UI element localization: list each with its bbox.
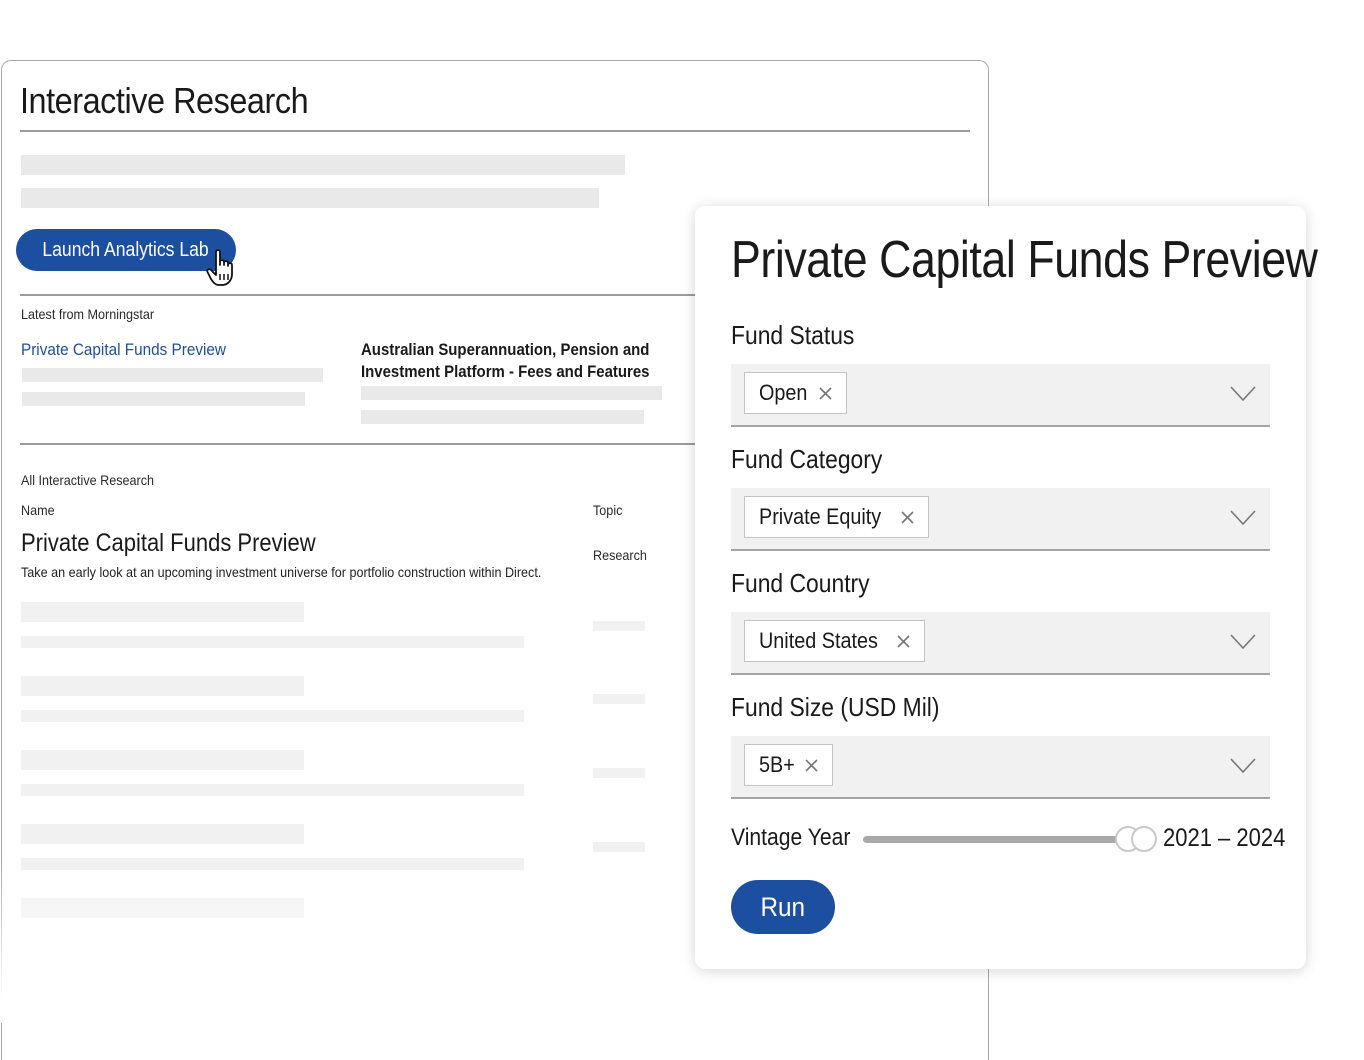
latest-article-australian-super[interactable]: Australian Superannuation, Pension and I… (361, 339, 660, 383)
skeleton-line (22, 392, 305, 406)
page-title: Interactive Research (20, 80, 309, 121)
vintage-year-slider-track[interactable] (863, 836, 1133, 843)
fund-status-select[interactable]: Open (731, 364, 1270, 427)
chip-5b-plus: 5B+ (744, 744, 833, 786)
chip-united-states: United States (744, 620, 926, 662)
skeleton-line (21, 188, 599, 208)
chip-label: 5B+ (759, 752, 795, 777)
panel-title: Private Capital Funds Preview (731, 231, 1318, 289)
latest-link-private-capital[interactable]: Private Capital Funds Preview (21, 340, 226, 360)
skeleton-line (21, 155, 625, 175)
chevron-down-icon[interactable] (1230, 634, 1256, 650)
close-icon[interactable] (819, 386, 832, 400)
research-row-topic: Research (593, 547, 647, 563)
fund-country-label: Fund Country (731, 568, 870, 598)
vintage-year-label: Vintage Year (731, 824, 851, 851)
bottom-fade (0, 860, 700, 1023)
close-icon[interactable] (901, 510, 914, 524)
latest-heading: Latest from Morningstar (21, 306, 155, 322)
fund-status-label: Fund Status (731, 320, 855, 350)
title-divider (20, 130, 970, 132)
close-icon[interactable] (897, 634, 910, 648)
skeleton-row (593, 768, 645, 778)
all-research-heading: All Interactive Research (21, 472, 155, 488)
skeleton-row (21, 602, 304, 622)
column-header-name[interactable]: Name (21, 502, 55, 518)
hand-pointer-icon (206, 249, 233, 286)
chevron-down-icon[interactable] (1230, 510, 1256, 526)
chevron-down-icon[interactable] (1230, 758, 1256, 774)
section-divider (20, 443, 700, 445)
skeleton-row (21, 636, 524, 648)
private-capital-panel: Private Capital Funds Preview Fund Statu… (695, 206, 1318, 969)
chip-label: United States (759, 628, 878, 653)
skeleton-row (21, 750, 304, 770)
launch-analytics-lab-button[interactable]: Launch Analytics Lab (16, 229, 236, 271)
section-divider (20, 294, 700, 296)
skeleton-row (593, 842, 645, 852)
research-row-title[interactable]: Private Capital Funds Preview (21, 529, 316, 558)
fund-category-label: Fund Category (731, 444, 883, 474)
skeleton-row (21, 784, 524, 796)
chevron-down-icon[interactable] (1230, 386, 1256, 402)
fund-country-select[interactable]: United States (731, 612, 1270, 675)
skeleton-row (593, 694, 645, 704)
skeleton-line (22, 368, 323, 382)
research-row-description: Take an early look at an upcoming invest… (21, 564, 542, 580)
skeleton-row (593, 621, 645, 631)
chip-open: Open (744, 372, 847, 414)
run-button[interactable]: Run (731, 880, 835, 934)
chip-label: Open (759, 380, 808, 405)
fund-size-select[interactable]: 5B+ (731, 736, 1270, 799)
skeleton-row (21, 676, 304, 696)
column-header-topic[interactable]: Topic (593, 502, 622, 518)
chip-label: Private Equity (759, 504, 882, 529)
close-icon[interactable] (805, 758, 818, 772)
skeleton-line (361, 410, 644, 424)
fund-size-label: Fund Size (USD Mil) (731, 692, 940, 722)
skeleton-row (21, 824, 304, 844)
fund-category-select[interactable]: Private Equity (731, 488, 1270, 551)
chip-private-equity: Private Equity (744, 496, 929, 538)
skeleton-line (361, 386, 662, 400)
skeleton-row (21, 710, 524, 722)
vintage-year-slider-thumb-end[interactable] (1131, 826, 1157, 852)
vintage-year-range: 2021 – 2024 (1163, 824, 1286, 852)
